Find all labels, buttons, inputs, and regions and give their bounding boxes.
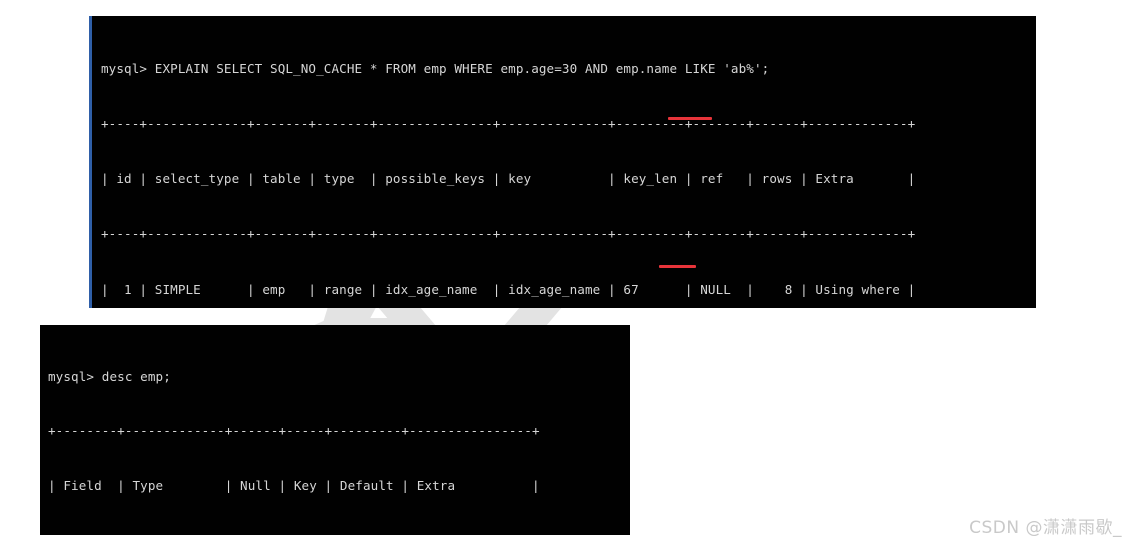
- terminal-window-explain[interactable]: mysql> EXPLAIN SELECT SQL_NO_CACHE * FRO…: [89, 16, 1036, 308]
- key-len-67-underline-annotation: [668, 117, 712, 120]
- terminal-line: | Field | Type | Null | Key | Default | …: [48, 478, 540, 494]
- key-len-5-underline-annotation: [659, 265, 696, 268]
- terminal-line: +--------+-------------+------+-----+---…: [48, 532, 630, 535]
- terminal-line: mysql> desc emp;: [48, 368, 171, 384]
- csdn-watermark: CSDN @潇潇雨歇_: [969, 518, 1122, 538]
- terminal-line: | id | select_type | table | type | poss…: [101, 171, 916, 187]
- terminal-line: mysql> EXPLAIN SELECT SQL_NO_CACHE * FRO…: [101, 60, 770, 76]
- terminal-line: | 1 | SIMPLE | emp | range | idx_age_nam…: [101, 281, 916, 297]
- terminal-line: +----+-------------+-------+-------+----…: [101, 226, 916, 242]
- terminal-line: +----+-------------+-------+-------+----…: [101, 116, 916, 132]
- terminal-window-desc[interactable]: mysql> desc emp; +--------+-------------…: [40, 325, 630, 535]
- terminal-line: +--------+-------------+------+-----+---…: [48, 423, 540, 439]
